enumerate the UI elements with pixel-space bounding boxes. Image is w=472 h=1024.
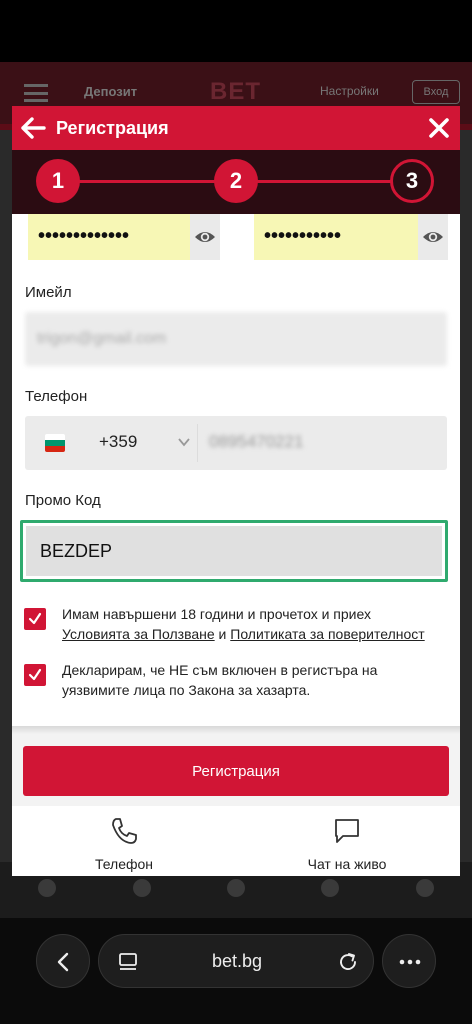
step-2: 2 [214,159,258,203]
background-nav-item [405,879,445,901]
promo-label: Промо Код [25,492,101,509]
url-text: bet.bg [211,951,263,971]
step-1: 1 [36,159,80,203]
age-terms-statement: Имам навършени 18 години и прочетох и пр… [62,606,371,622]
background-settings-label: Настройки [320,84,379,98]
background-deposit-label: Депозит [84,84,138,99]
phone-support-button[interactable]: Телефон [44,816,204,872]
more-dots-icon [399,959,421,965]
confirm-password-input[interactable]: ••••••••••• [254,214,418,260]
background-nav-item [310,879,350,901]
email-label: Имейл [25,284,72,301]
background-nav-item [216,879,256,901]
register-button[interactable]: Регистрация [23,746,449,796]
password-input[interactable]: ••••••••••••• [28,214,190,260]
gambling-register-text: Декларирам, че НЕ съм включен в регистър… [62,662,378,698]
eye-icon [423,232,443,242]
eye-icon [195,232,215,242]
terms-of-use-link[interactable]: Условията за Ползване [62,626,215,642]
checkmark-icon [28,612,42,625]
back-arrow-icon[interactable] [20,116,46,140]
privacy-policy-link[interactable]: Политиката за поверителност [230,626,424,642]
phone-label: Телефон [25,388,88,405]
gambling-register-checkbox[interactable] [24,664,46,686]
chat-icon [335,819,359,843]
modal-title: Регистрация [56,118,169,138]
step-3: 3 [390,159,434,203]
country-code[interactable]: +359 [99,432,137,452]
email-field[interactable] [25,312,447,366]
close-icon[interactable] [428,117,450,139]
promo-focus-ring [20,520,448,582]
confirm-password-mask: ••••••••••• [264,225,342,247]
phone-number-input[interactable]: 0895470221 [209,432,304,452]
status-bar-area [0,0,472,62]
registration-modal: Регистрация 1 2 3 ••••••••••••• ••••••••… [12,106,460,876]
phone-field-group: +359 0895470221 [25,416,447,470]
background-login-button: Вход [412,80,460,104]
background-logo: BET [210,78,261,105]
address-bar[interactable]: bet.bg [98,934,374,988]
reload-icon[interactable] [337,951,359,973]
terms-joiner: и [218,626,227,642]
register-action-bar: Регистрация [12,734,460,806]
scroll-shadow-divider [12,726,460,734]
password-mask: ••••••••••••• [38,225,130,247]
age-terms-checkbox[interactable] [24,608,46,630]
support-bar: Телефон Чат на живо [12,806,460,876]
confirm-password-visibility-toggle[interactable] [418,214,448,260]
modal-header: Регистрация [12,106,460,150]
password-visibility-toggle[interactable] [190,214,220,260]
age-terms-text: Имам навършени 18 години и прочетох и пр… [62,604,442,644]
chevron-left-icon [57,952,69,972]
phone-separator [197,424,198,462]
background-nav-item [27,879,67,901]
promo-code-input[interactable] [26,526,442,576]
bulgaria-flag-icon[interactable] [45,434,65,452]
checkmark-icon [28,668,42,681]
phone-icon [112,818,137,844]
menu-icon [24,84,48,102]
registration-stepper: 1 2 3 [12,150,460,214]
phone-support-label: Телефон [94,856,154,872]
browser-menu-button[interactable] [382,934,436,988]
browser-toolbar: bet.bg [0,918,472,1024]
chevron-down-icon[interactable] [177,436,191,448]
live-chat-button[interactable]: Чат на живо [267,816,427,872]
background-nav-item [122,879,162,901]
form-scroll-area[interactable]: ••••••••••••• ••••••••••• Имейл Телефон [12,214,460,734]
live-chat-label: Чат на живо [307,856,387,872]
browser-back-button[interactable] [36,934,90,988]
